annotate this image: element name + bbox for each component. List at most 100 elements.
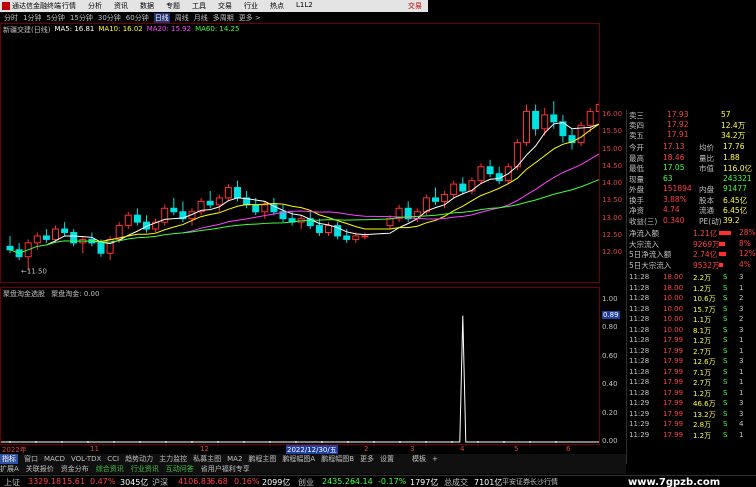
ask-vol: 57 (721, 110, 731, 119)
status-item: 1797亿 (410, 478, 439, 487)
menu-item-4[interactable]: 专题 (166, 1, 180, 11)
status-item: 沪深 (152, 478, 168, 487)
tick-count: 4 (739, 420, 744, 428)
flow-label: 净流入额 (629, 229, 659, 238)
tick-time: 11:28 (629, 273, 650, 281)
indicator-tab-8[interactable]: MA2 (227, 455, 242, 463)
tick-side: S (723, 409, 728, 418)
period-tab-8[interactable]: 月线 (194, 13, 208, 23)
indicator-tab-10[interactable]: 鹏程幅图A (282, 454, 315, 464)
tick-price: 17.99 (663, 399, 684, 407)
menu-item-5[interactable]: 工具 (192, 1, 206, 11)
candle-body (215, 197, 223, 206)
tick-row: 11:28 18.00 1.2万 S 1 (627, 283, 756, 294)
indicator-tab-3[interactable]: VOL-TDX (71, 455, 101, 463)
candle-body (422, 197, 430, 213)
indicator-tab-11[interactable]: 鹏程幅图B (321, 454, 354, 464)
ask-row: 卖四 17.92 12.4万 (627, 120, 756, 130)
tick-price: 17.99 (663, 388, 684, 397)
kline-chart[interactable]: 新疆交建(日线) MA5: 16.81 MA10: 16.02 MA20: 15.9… (0, 23, 603, 283)
tick-count: 2 (739, 294, 744, 302)
indicator-tab-5[interactable]: 趋势动力 (125, 454, 153, 464)
status-item: 总成交 (444, 478, 468, 487)
stat-value: 17.13 (663, 142, 685, 151)
bottom-nav-item-2[interactable]: 资金分布 (61, 464, 89, 474)
indicator-tab-2[interactable]: MACD (44, 455, 65, 463)
stat-value: 1.88 (723, 152, 740, 162)
menu-item-6[interactable]: 交易 (218, 1, 232, 11)
indicator-dot (269, 441, 271, 443)
stat-value: 17.76 (723, 142, 745, 151)
menu-item-0[interactable]: 行情 (62, 1, 76, 11)
menu-item-8[interactable]: 热点 (270, 1, 284, 11)
bottom-nav-item-6[interactable]: 省用户福利专享 (201, 464, 250, 474)
bottom-nav-item-3[interactable]: 综合资讯 (96, 464, 124, 474)
candle-body (315, 225, 323, 233)
bottom-nav-item-5[interactable]: 互动问答 (166, 464, 194, 474)
tick-price: 18.00 (663, 273, 684, 281)
stat-label: 市值 (699, 164, 714, 173)
period-tab-2[interactable]: 5分钟 (46, 13, 64, 23)
status-item: 4106.83 (178, 477, 212, 486)
date-tick: 6 (566, 445, 571, 453)
indicator-tab-0[interactable]: 指标 (0, 454, 18, 464)
tick-count: 3 (739, 399, 744, 407)
period-tab-6[interactable]: 日线 (153, 12, 170, 23)
stat-value: 6.45亿 (723, 206, 748, 215)
menu-item-2[interactable]: 资讯 (114, 1, 128, 11)
bottom-nav-item-1[interactable]: 关联报价 (26, 464, 54, 474)
flow-value: 1.21亿 (693, 229, 718, 238)
tick-side: S (723, 315, 728, 323)
period-tab-10[interactable]: 更多 > (239, 13, 261, 23)
menu-item-1[interactable]: 分析 (88, 1, 102, 11)
menu-item-9[interactable]: L1L2 (296, 1, 313, 11)
stat-value: 91477 (723, 184, 747, 193)
indicator-tab-6[interactable]: 主力监控 (159, 454, 187, 464)
tick-count: 3 (739, 409, 744, 418)
indicator-tab-4[interactable]: CCI (107, 455, 119, 463)
indicator-tab-7[interactable]: 私募主图 (193, 454, 221, 464)
period-tab-3[interactable]: 15分钟 (70, 13, 93, 23)
flow-bar (719, 262, 724, 267)
menu-item-7[interactable]: 行业 (244, 1, 258, 11)
tick-side: S (723, 357, 728, 365)
indicator-tab-1[interactable]: 窗口 (24, 454, 38, 464)
candle-body (586, 110, 594, 126)
date-tick: 12 (200, 445, 209, 453)
flow-bar (719, 231, 732, 235)
stat-label: 均价 (699, 143, 714, 152)
period-tab-4[interactable]: 30分钟 (98, 13, 121, 23)
candle-body (477, 166, 485, 182)
status-item: 6.68 (210, 477, 228, 486)
period-tab-0[interactable]: 分时 (4, 13, 18, 23)
indicator-tab-13[interactable]: 设置 (380, 454, 394, 464)
indicator-chart[interactable]: 聚盘淘金选股 聚盘淘金: 0.00 (0, 287, 600, 445)
indicator-dot (347, 441, 349, 443)
indicator-dot (399, 441, 401, 443)
period-tab-9[interactable]: 多周期 (213, 13, 234, 23)
date-tick: 11 (90, 445, 99, 453)
stat-value: 63 (663, 173, 673, 183)
low-price-label: ←11.50 (21, 268, 47, 276)
flow-row: 净流入额 1.21亿 28% (627, 228, 756, 238)
period-tabs: 分时 1分钟 5分钟 15分钟 30分钟 60分钟 日线 周线 月线 多周期 更多 > (0, 12, 428, 23)
tick-side: S (723, 273, 728, 281)
bottom-nav-item-0[interactable]: 扩展A (0, 464, 19, 474)
indicator-tab-right-1[interactable]: + (432, 455, 438, 463)
candle-body (595, 104, 603, 112)
bottom-nav-item-4[interactable]: 行业资讯 (131, 464, 159, 474)
period-tab-7[interactable]: 周线 (175, 13, 189, 23)
date-tick: 4 (460, 445, 465, 453)
indicator-dot (35, 441, 37, 443)
ask-vol: 34.2万 (721, 131, 746, 140)
flow-value: 2.74亿 (693, 250, 718, 259)
candle-body (6, 245, 14, 251)
indicator-tab-12[interactable]: 更多 (360, 454, 374, 464)
period-tab-1[interactable]: 1分钟 (23, 13, 41, 23)
indicator-tab-9[interactable]: 鹏程主图 (248, 454, 276, 464)
period-tab-5[interactable]: 60分钟 (126, 13, 149, 23)
quote-stat-row: 最高 18.46 量比 1.88 (627, 153, 756, 163)
menu-item-3[interactable]: 数据 (140, 1, 154, 11)
trade-button[interactable]: 交易 (408, 1, 422, 11)
indicator-tab-right-0[interactable]: 模板 (412, 454, 426, 464)
